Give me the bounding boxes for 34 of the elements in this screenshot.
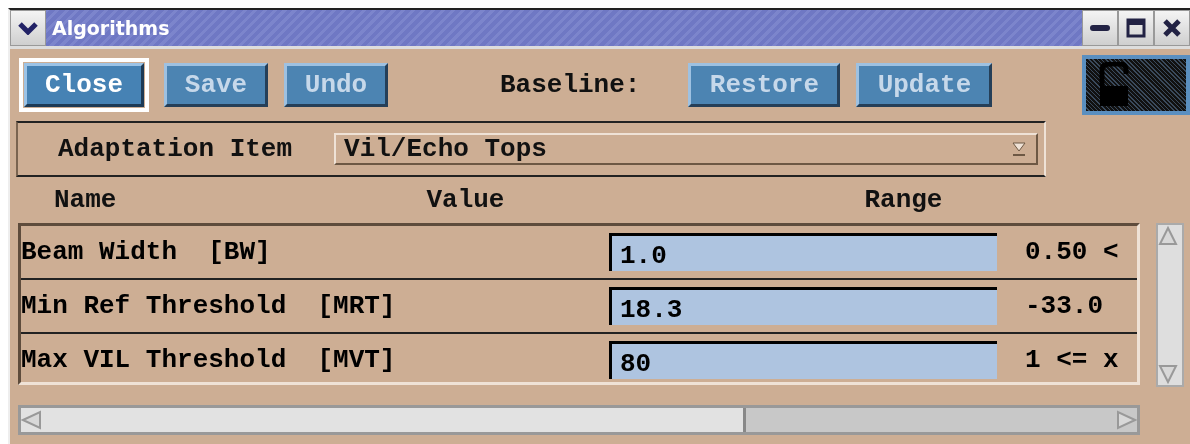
dropdown-caret-icon [1010,140,1028,158]
close-icon [1163,19,1181,37]
scroll-left-arrow-icon[interactable] [21,409,41,431]
parameter-name: Min Ref Threshold [MRT] [21,291,397,321]
padlock-icon [1098,62,1132,108]
column-header: Range [864,185,943,215]
window-menu-button[interactable] [10,10,46,46]
baseline-label: Baseline: [500,70,641,100]
range-text: 0.50 < [1025,237,1119,267]
minimize-icon [1090,24,1110,32]
column-header: Name [54,185,117,215]
minimize-button[interactable] [1082,10,1118,46]
parameter-name: Max VIL Threshold [MVT] [21,345,397,375]
maximize-icon [1126,18,1146,38]
scroll-right-arrow-icon[interactable] [1117,409,1137,431]
scroll-down-arrow-icon[interactable] [1158,363,1178,385]
column-header: Value [426,185,505,215]
scrollbar-thumb[interactable] [21,408,746,432]
scroll-up-arrow-icon[interactable] [1158,225,1178,247]
range-text: -33.0 [1025,291,1103,321]
chevron-down-icon [18,21,38,35]
range-text: 1 <= x [1025,345,1119,375]
value-field[interactable]: 1.0 [609,233,997,271]
parameter-name: Beam Width [BW] [21,237,272,267]
value-field[interactable]: 80 [609,341,997,379]
close-button[interactable] [1154,10,1190,46]
value-field[interactable]: 18.3 [609,287,997,325]
maximize-button[interactable] [1118,10,1154,46]
window-title: Algorithms [52,17,171,39]
adaptation-dropdown[interactable]: Vil/Echo Tops [334,133,1038,165]
vertical-scrollbar[interactable] [1156,223,1184,387]
horizontal-scrollbar[interactable] [18,405,1140,435]
lock-button[interactable] [1082,55,1190,115]
adaptation-item-label: Adaptation Item [58,134,293,164]
